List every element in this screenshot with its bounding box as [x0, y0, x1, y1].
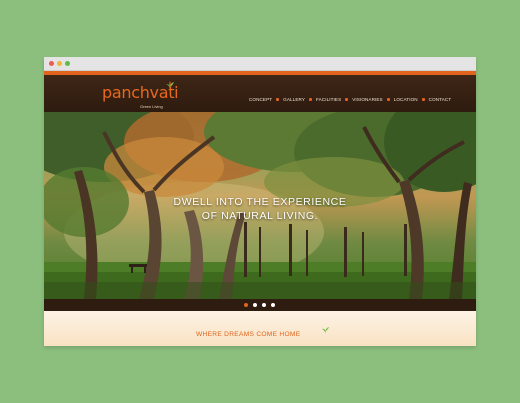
hero-headline-line1: DWELL INTO THE EXPERIENCE	[173, 196, 347, 208]
slider-dot-2[interactable]	[253, 303, 257, 307]
nav-separator	[308, 98, 312, 101]
section-title: WHERE DREAMS COME HOME	[196, 331, 301, 338]
nav-item-visionaries[interactable]: VISIONARIES	[352, 97, 382, 102]
nav-item-concept[interactable]: CONCEPT	[249, 97, 272, 102]
hero-headline-line2: OF NATURAL LIVING.	[201, 210, 319, 222]
nav-item-gallery[interactable]: GALLERY	[283, 97, 305, 102]
browser-titlebar	[44, 57, 476, 71]
close-window-button[interactable]	[49, 61, 54, 66]
site-header: panchvati Green Living CONCEPT GALLERY F…	[44, 75, 476, 112]
hero-banner: DWELL INTO THE EXPERIENCE OF NATURAL LIV…	[44, 112, 476, 299]
site-tagline: Green Living	[140, 104, 163, 109]
nav-separator	[345, 98, 349, 101]
minimize-window-button[interactable]	[57, 61, 62, 66]
main-nav: CONCEPT GALLERY FACILITIES VISIONARIES L…	[249, 97, 451, 102]
hero-headline: DWELL INTO THE EXPERIENCE OF NATURAL LIV…	[44, 195, 476, 223]
leaf-icon	[321, 326, 330, 335]
leaf-icon	[166, 81, 174, 90]
nav-item-contact[interactable]: CONTACT	[429, 97, 452, 102]
browser-window: panchvati Green Living CONCEPT GALLERY F…	[44, 57, 476, 346]
nav-separator	[276, 98, 280, 101]
intro-section: WHERE DREAMS COME HOME	[44, 311, 476, 346]
slider-controls	[44, 299, 476, 311]
nav-item-facilities[interactable]: FACILITIES	[316, 97, 341, 102]
nav-separator	[421, 98, 425, 101]
slider-dot-3[interactable]	[262, 303, 266, 307]
slider-dot-1[interactable]	[244, 303, 248, 307]
maximize-window-button[interactable]	[65, 61, 70, 66]
nav-item-location[interactable]: LOCATION	[394, 97, 418, 102]
slider-dot-4[interactable]	[271, 303, 275, 307]
nav-separator	[386, 98, 390, 101]
